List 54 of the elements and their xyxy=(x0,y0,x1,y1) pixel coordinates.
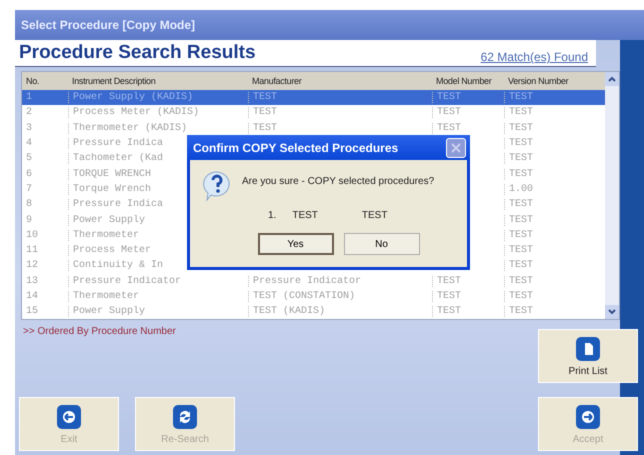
table-cell: TEST xyxy=(432,276,504,287)
document-icon xyxy=(575,336,601,362)
table-cell-text: 9 xyxy=(25,214,34,226)
refresh-icon xyxy=(172,404,198,430)
table-cell-text: 13 xyxy=(25,276,40,287)
match-count: 62 Match(es) Found xyxy=(480,50,588,64)
table-row[interactable]: 1 Power Supply (KADIS) TEST TEST TEST xyxy=(22,90,605,106)
document-button[interactable]: Print List xyxy=(538,329,638,383)
close-button[interactable] xyxy=(446,138,466,158)
table-cell: TEST xyxy=(248,107,432,118)
table-cell: Pressure Indicator xyxy=(68,276,248,287)
table-cell-text: 2 xyxy=(25,107,34,118)
column-header[interactable]: Model Number xyxy=(432,76,504,86)
table-cell-text: 5 xyxy=(25,153,34,164)
window-title: Select Procedure [Copy Mode] xyxy=(21,18,196,32)
table-cell-text: 8 xyxy=(25,199,34,210)
table-cell-text: 3 xyxy=(25,122,34,134)
table-cell: TEST xyxy=(248,92,432,104)
table-cell-text: 1 xyxy=(25,92,34,104)
table-cell-text: 12 xyxy=(25,260,40,272)
table-cell-text: 15 xyxy=(25,306,40,318)
close-icon xyxy=(450,142,462,154)
table-cell: TEST xyxy=(248,122,432,134)
dialog-detail: 1. xyxy=(268,210,276,221)
column-header[interactable]: Instrument Description xyxy=(68,76,248,86)
column-header[interactable]: Manufacturer xyxy=(248,76,432,86)
table-cell: TEST xyxy=(432,291,504,302)
table-cell-text: 10 xyxy=(25,230,40,241)
question-icon xyxy=(202,170,232,202)
column-header[interactable]: No. xyxy=(22,76,68,86)
table-cell: Process Meter (KADIS) xyxy=(68,107,248,118)
dialog-detail: TEST xyxy=(362,210,388,221)
table-cell-text: 11 xyxy=(25,245,40,256)
table-cell: TEST (CONSTATION) xyxy=(248,291,432,302)
table-cell: Thermometer xyxy=(68,291,248,302)
table-cell-text: 7 xyxy=(25,184,34,195)
table-cell: Power Supply (KADIS) xyxy=(68,92,248,104)
table-cell-text: 6 xyxy=(25,168,34,180)
table-cell: TEST (KADIS) xyxy=(248,306,432,318)
dialog-button[interactable]: No xyxy=(344,233,420,255)
column-header[interactable]: Version Number xyxy=(504,76,605,86)
dialog-button[interactable]: Yes xyxy=(258,233,334,255)
dialog-detail: TEST xyxy=(292,210,318,221)
table-cell-text: 14 xyxy=(25,291,40,302)
table-cell: TEST xyxy=(432,92,504,104)
table-cell: Thermometer (KADIS) xyxy=(68,122,248,134)
sort-note: >> Ordered By Procedure Number xyxy=(23,326,177,338)
page-heading: Procedure Search Results xyxy=(19,42,256,64)
table-cell: TEST xyxy=(432,122,504,134)
table-cell: Power Supply xyxy=(68,306,248,318)
table-cell: TEST xyxy=(432,107,504,118)
table-cell: TEST xyxy=(432,306,504,318)
table-cell-text: 4 xyxy=(25,138,34,150)
table-cell: Pressure Indicator xyxy=(248,276,432,287)
